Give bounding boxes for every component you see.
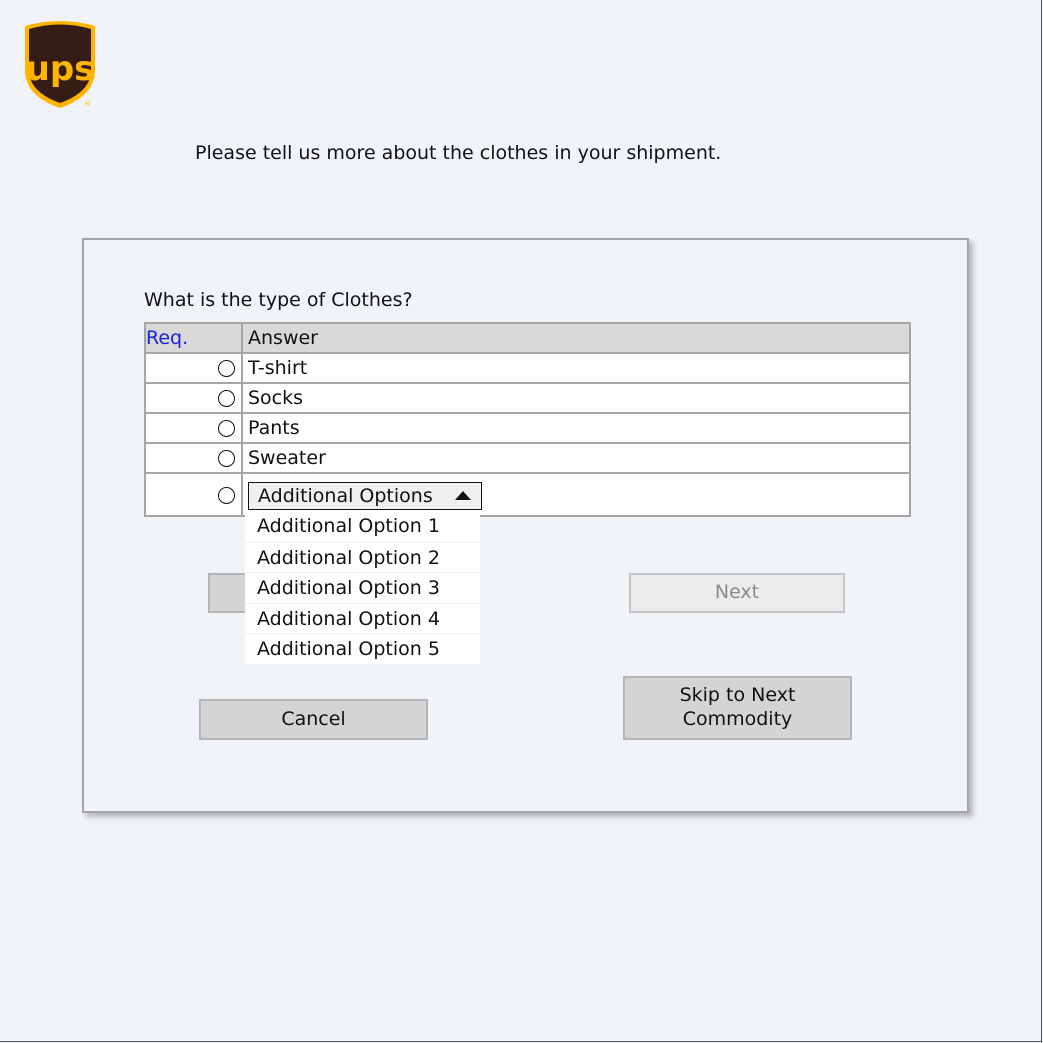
dropdown-option[interactable]: Additional Option 2 — [245, 541, 480, 573]
req-cell — [144, 382, 243, 414]
skip-to-next-commodity-button[interactable]: Skip to Next Commodity — [623, 676, 852, 740]
dropdown-option[interactable]: Additional Option 3 — [245, 572, 480, 603]
skip-label-line1: Skip to Next — [679, 684, 796, 707]
question-panel: What is the type of Clothes? Req. Answer… — [82, 238, 969, 813]
table-row[interactable]: Socks — [144, 382, 911, 414]
table-header-row: Req. Answer — [144, 322, 911, 354]
dropdown-option[interactable]: Additional Option 5 — [245, 633, 480, 664]
svg-text:®: ® — [84, 100, 91, 108]
radio-sweater[interactable] — [218, 450, 235, 467]
next-button[interactable]: Next — [629, 573, 845, 613]
skip-label-line2: Commodity — [682, 708, 793, 730]
radio-additional[interactable] — [218, 486, 235, 504]
radio-pants[interactable] — [218, 420, 235, 437]
table-row[interactable]: Sweater — [144, 442, 911, 474]
answers-table: Req. Answer T-shirt Socks Pants Sweater … — [144, 322, 911, 517]
req-cell — [144, 472, 243, 517]
radio-tshirt[interactable] — [218, 360, 235, 377]
select-value: Additional Options — [258, 484, 433, 507]
answer-sweater[interactable]: Sweater — [241, 442, 911, 474]
triangle-up-icon[interactable] — [455, 491, 471, 500]
req-cell — [144, 412, 243, 444]
dropdown-option[interactable]: Additional Option 4 — [245, 602, 480, 634]
cancel-button[interactable]: Cancel — [199, 699, 428, 740]
table-row[interactable]: Pants — [144, 412, 911, 444]
answer-tshirt[interactable]: T-shirt — [241, 352, 911, 384]
answer-socks[interactable]: Socks — [241, 382, 911, 414]
dropdown-option[interactable]: Additional Option 1 — [245, 511, 480, 542]
table-row[interactable]: T-shirt — [144, 352, 911, 384]
additional-options-select[interactable]: Additional Options — [248, 481, 482, 510]
req-header: Req. — [144, 322, 243, 354]
intro-text: Please tell us more about the clothes in… — [195, 142, 722, 164]
answer-additional: Additional Options — [241, 472, 911, 517]
additional-options-dropdown: Additional Option 1 Additional Option 2 … — [245, 511, 480, 664]
answer-pants[interactable]: Pants — [241, 412, 911, 444]
req-cell — [144, 352, 243, 384]
radio-socks[interactable] — [218, 390, 235, 407]
question-label: What is the type of Clothes? — [144, 289, 413, 311]
req-cell — [144, 442, 243, 474]
table-row[interactable]: Additional Options — [144, 472, 911, 517]
answer-header: Answer — [241, 322, 911, 354]
ups-logo: ups ® — [25, 21, 95, 108]
svg-text:ups: ups — [26, 49, 95, 89]
